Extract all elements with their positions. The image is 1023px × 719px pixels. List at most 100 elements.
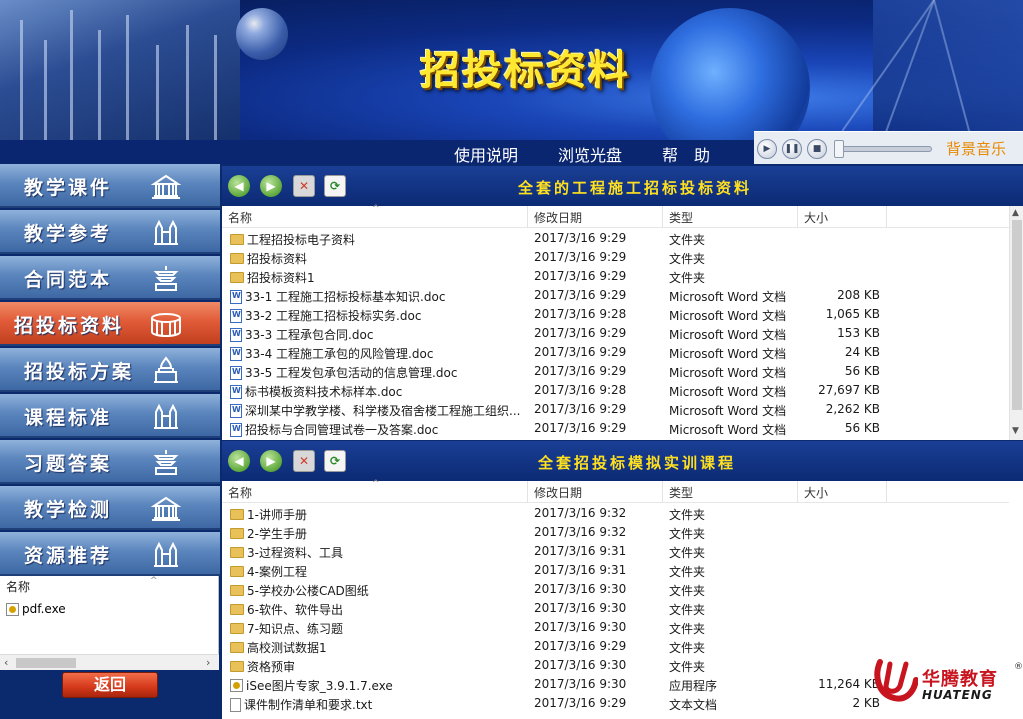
forward-arrow-icon[interactable]: ▶ [260, 450, 282, 472]
back-button[interactable]: 返回 [62, 672, 158, 698]
table-row[interactable]: 1-讲师手册 2017/3/16 9:32 文件夹 [222, 504, 1009, 523]
sidebar-item-exercise-answers[interactable]: 习题答案 [0, 440, 220, 484]
table-row[interactable]: 33-3 工程承包合同.doc 2017/3/16 9:29 Microsoft W… [222, 324, 1009, 343]
table-row[interactable]: 33-1 工程施工招标投标基本知识.doc 2017/3/16 9:29 Micro… [222, 286, 1009, 305]
folder-icon [230, 509, 244, 520]
file-name: 7-知识点、练习题 [247, 622, 343, 636]
cell-name: 2-学生手册 [230, 525, 526, 542]
table-row[interactable]: 工程招投标电子资料 2017/3/16 9:29 文件夹 [222, 229, 1009, 248]
pane-toolbar: ◀ ▶ ✕ ⟳ 全套的工程施工招标投标资料 [222, 166, 1023, 206]
table-row[interactable]: 33-5 工程发包承包活动的信息管理.doc 2017/3/16 9:29 Micr… [222, 362, 1009, 381]
table-row[interactable]: 深圳某中学教学楼、科学楼及宿舍楼工程施工组织... 2017/3/16 9:29 M… [222, 400, 1009, 419]
refresh-icon[interactable]: ⟳ [324, 175, 346, 197]
table-row[interactable]: 2-学生手册 2017/3/16 9:32 文件夹 [222, 523, 1009, 542]
word-document-icon [230, 308, 242, 323]
cell-date: 2017/3/16 9:29 [534, 696, 627, 710]
table-row[interactable]: 3-过程资料、工具 2017/3/16 9:31 文件夹 [222, 542, 1009, 561]
scrollbar-thumb[interactable] [1012, 220, 1022, 410]
vertical-scrollbar[interactable]: ▲ ▼ [1009, 206, 1023, 440]
table-row[interactable]: 33-4 工程施工承包的风险管理.doc 2017/3/16 9:29 Micros… [222, 343, 1009, 362]
forward-arrow-icon[interactable]: ▶ [260, 175, 282, 197]
table-row[interactable]: 4-案例工程 2017/3/16 9:31 文件夹 [222, 561, 1009, 580]
volume-slider[interactable] [836, 146, 932, 152]
file-name: 1-讲师手册 [247, 508, 307, 522]
cell-type: 文本文档 [669, 698, 718, 712]
word-document-icon [230, 422, 242, 437]
column-size[interactable]: 大小 [804, 484, 828, 501]
cell-type: 文件夹 [669, 527, 706, 541]
refresh-icon[interactable]: ⟳ [324, 450, 346, 472]
list-item[interactable]: pdf.exe [6, 602, 66, 616]
sidebar-item-course-standards[interactable]: 课程标准 [0, 394, 220, 438]
scroll-left-icon[interactable]: ‹ [4, 656, 8, 669]
file-name: 高校测试数据1 [247, 641, 327, 655]
cell-date: 2017/3/16 9:29 [534, 288, 627, 302]
cell-date: 2017/3/16 9:29 [534, 364, 627, 378]
scroll-right-icon[interactable]: › [206, 656, 210, 669]
scroll-down-icon[interactable]: ▼ [1012, 426, 1019, 436]
pause-icon[interactable]: ❚❚ [782, 139, 802, 159]
stop-icon[interactable]: ✕ [293, 450, 315, 472]
stop-icon[interactable]: ✕ [293, 175, 315, 197]
sidebar-item-teaching-tests[interactable]: 教学检测 [0, 486, 220, 530]
back-arrow-icon[interactable]: ◀ [228, 175, 250, 197]
sidebar-item-bidding-plans[interactable]: 招投标方案 [0, 348, 220, 392]
table-row[interactable]: 6-软件、软件导出 2017/3/16 9:30 文件夹 [222, 599, 1009, 618]
table-row[interactable]: 招投标资料 2017/3/16 9:29 文件夹 [222, 248, 1009, 267]
sort-caret-icon: ^ [372, 204, 380, 214]
sidebar-item-contract-templates[interactable]: 合同范本 [0, 256, 220, 300]
table-row[interactable]: 招投标资料1 2017/3/16 9:29 文件夹 [222, 267, 1009, 286]
scrollbar-thumb[interactable] [16, 658, 76, 668]
back-arrow-icon[interactable]: ◀ [228, 450, 250, 472]
file-name: 招投标资料1 [247, 271, 315, 285]
pane-title: 全套的工程施工招标投标资料 [518, 179, 753, 197]
table-row[interactable]: 标书模板资料技术标样本.doc 2017/3/16 9:28 Microsoft W… [222, 381, 1009, 400]
folder-icon [230, 642, 244, 653]
pagoda-icon [153, 266, 179, 291]
table-row[interactable]: 高校测试数据1 2017/3/16 9:29 文件夹 [222, 637, 1009, 656]
table-row[interactable]: 33-2 工程施工招标投标实务.doc 2017/3/16 9:28 Microso… [222, 305, 1009, 324]
sidebar-item-label: 教学检测 [24, 499, 113, 521]
column-type[interactable]: 类型 [669, 209, 693, 226]
play-icon[interactable]: ▶ [757, 139, 777, 159]
cell-name: 招投标资料 [230, 250, 526, 267]
nav-help[interactable]: 帮 助 [662, 142, 710, 166]
column-type[interactable]: 类型 [669, 484, 693, 501]
cell-name: 课件制作清单和要求.txt [230, 696, 526, 713]
column-date[interactable]: 修改日期 [534, 484, 582, 501]
sidebar-item-label: 招投标方案 [24, 361, 135, 383]
sidebar-item-bidding-materials[interactable]: 招投标资料 [0, 302, 220, 346]
stop-icon[interactable]: ■ [807, 139, 827, 159]
file-name: 33-2 工程施工招标投标实务.doc [245, 309, 422, 323]
scroll-up-icon[interactable]: ▲ [1012, 208, 1019, 218]
left-list-hscrollbar[interactable]: ‹ › [0, 654, 219, 670]
sidebar-item-teaching-reference[interactable]: 教学参考 [0, 210, 220, 254]
table-row[interactable]: 招投标与合同管理试卷一及答案.doc 2017/3/16 9:29 Microsof… [222, 419, 1009, 438]
column-name[interactable]: 名称 [228, 209, 252, 226]
sort-caret-icon: ^ [150, 576, 158, 586]
column-size[interactable]: 大小 [804, 209, 828, 226]
word-document-icon [230, 403, 242, 418]
file-name: 工程招投标电子资料 [247, 233, 356, 247]
cell-size: 24 KB [844, 345, 880, 359]
table-row[interactable]: 7-知识点、练习题 2017/3/16 9:30 文件夹 [222, 618, 1009, 637]
cell-size: 2,262 KB [825, 402, 880, 416]
column-name[interactable]: 名称 [228, 484, 252, 501]
cell-size: 153 KB [837, 326, 880, 340]
nav-usage-guide[interactable]: 使用说明 [454, 142, 518, 166]
banner-globe-image [650, 8, 810, 140]
file-name: 33-5 工程发包承包活动的信息管理.doc [245, 366, 458, 380]
cell-date: 2017/3/16 9:29 [534, 402, 627, 416]
left-list-header-name[interactable]: 名称 [0, 578, 219, 598]
cell-size: 208 KB [837, 288, 880, 302]
table-row[interactable]: 5-学校办公楼CAD图纸 2017/3/16 9:30 文件夹 [222, 580, 1009, 599]
sidebar-item-courseware[interactable]: 教学课件 [0, 164, 220, 208]
volume-slider-thumb[interactable] [834, 140, 844, 158]
sidebar-item-resource-recommend[interactable]: 资源推荐 [0, 532, 220, 576]
nav-browse-disc[interactable]: 浏览光盘 [558, 142, 622, 166]
cell-date: 2017/3/16 9:31 [534, 563, 627, 577]
column-date[interactable]: 修改日期 [534, 209, 582, 226]
building-icon [150, 174, 182, 199]
cell-date: 2017/3/16 9:30 [534, 658, 627, 672]
banner-title: 招投标资料 [420, 48, 630, 94]
